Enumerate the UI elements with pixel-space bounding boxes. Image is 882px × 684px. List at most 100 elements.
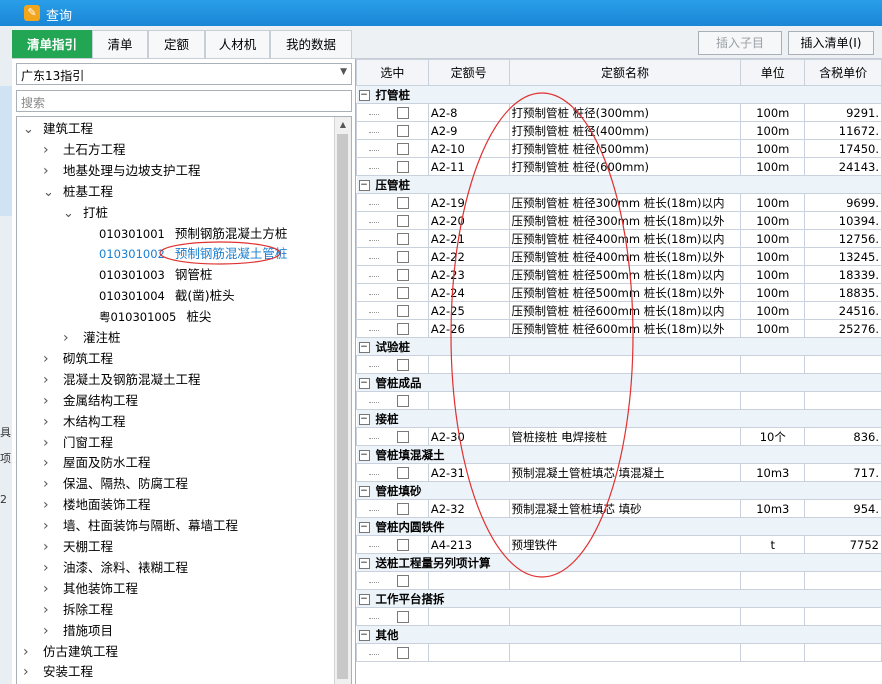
tree-item[interactable]: › 措施项目 (43, 621, 113, 641)
table-row[interactable] (356, 391, 882, 410)
tree-item[interactable]: 010301003 钢管桩 (99, 265, 212, 285)
chevron-down-icon[interactable]: ⌄ (43, 183, 55, 203)
tree-item[interactable]: ⌄ 打桩 (63, 203, 108, 223)
row-checkbox[interactable] (397, 269, 409, 281)
scroll-thumb[interactable] (337, 134, 348, 679)
table-row[interactable]: A2-11 打预制管桩 桩径(600mm) 100m 24143. (356, 157, 882, 176)
column-header[interactable]: 定额号 (427, 59, 510, 86)
tree-item[interactable]: › 安装工程 (23, 662, 93, 682)
tree-item[interactable]: ⌄ 建筑工程 (23, 119, 93, 139)
tree-item[interactable]: › 土石方工程 (43, 140, 126, 160)
group-row[interactable]: − 管桩成品 (356, 373, 882, 392)
group-row[interactable]: − 其他 (356, 625, 882, 644)
tree-item[interactable]: › 天棚工程 (43, 537, 113, 557)
tree-item[interactable]: › 墙、柱面装饰与隔断、幕墙工程 (43, 516, 238, 536)
row-checkbox[interactable] (397, 161, 409, 173)
row-checkbox[interactable] (397, 431, 409, 443)
chevron-right-icon[interactable]: › (43, 140, 55, 160)
group-row[interactable]: − 打管桩 (356, 85, 882, 104)
tree-item[interactable]: 010301002 预制钢筋混凝土管桩 (99, 244, 287, 264)
chevron-right-icon[interactable]: › (43, 370, 55, 390)
table-row[interactable] (356, 571, 882, 590)
chevron-right-icon[interactable]: › (43, 516, 55, 536)
chevron-right-icon[interactable]: › (43, 161, 55, 181)
tree-item[interactable]: › 屋面及防水工程 (43, 453, 151, 473)
table-row[interactable]: A2-8 打预制管桩 桩径(300mm) 100m 9291. (356, 103, 882, 122)
tree-item[interactable]: 010301004 截(凿)桩头 (99, 286, 235, 306)
row-checkbox[interactable] (397, 467, 409, 479)
table-row[interactable]: A4-213 预埋铁件 t 7752 (356, 535, 882, 554)
chevron-right-icon[interactable]: › (23, 662, 35, 682)
row-checkbox[interactable] (397, 287, 409, 299)
tree-item[interactable]: › 木结构工程 (43, 412, 126, 432)
chevron-right-icon[interactable]: › (63, 328, 75, 348)
column-header[interactable]: 选中 (356, 59, 429, 86)
tree-item[interactable]: › 砌筑工程 (43, 349, 113, 369)
chevron-right-icon[interactable]: › (43, 558, 55, 578)
table-row[interactable] (356, 643, 882, 662)
tree-item[interactable]: › 其他装饰工程 (43, 579, 138, 599)
tree-item[interactable]: 粤010301005 桩尖 (99, 307, 211, 327)
collapse-icon[interactable]: − (358, 593, 370, 605)
collapse-icon[interactable]: − (358, 629, 370, 641)
chevron-right-icon[interactable]: › (23, 642, 35, 662)
table-row[interactable]: A2-25 压预制管桩 桩径600mm 桩长(18m)以内 100m 24516. (356, 301, 882, 320)
chevron-right-icon[interactable]: › (43, 391, 55, 411)
group-row[interactable]: − 送桩工程量另列项计算 (356, 553, 882, 572)
collapse-icon[interactable]: − (358, 377, 370, 389)
group-row[interactable]: − 管桩填砂 (356, 481, 882, 500)
insert-list-button[interactable]: 插入清单(I) (788, 31, 874, 55)
row-checkbox[interactable] (397, 125, 409, 137)
row-checkbox[interactable] (397, 143, 409, 155)
chevron-right-icon[interactable]: › (43, 600, 55, 620)
group-row[interactable]: − 压管桩 (356, 175, 882, 194)
table-row[interactable]: A2-26 压预制管桩 桩径600mm 桩长(18m)以外 100m 25276. (356, 319, 882, 338)
collapse-icon[interactable]: − (358, 341, 370, 353)
table-row[interactable]: A2-23 压预制管桩 桩径500mm 桩长(18m)以内 100m 18339. (356, 265, 882, 284)
tree-item[interactable]: › 拆除工程 (43, 600, 113, 620)
collapse-icon[interactable]: − (358, 485, 370, 497)
row-checkbox[interactable] (397, 251, 409, 263)
tree-scrollbar[interactable]: ▲ (334, 117, 351, 684)
table-row[interactable]: A2-20 压预制管桩 桩径300mm 桩长(18m)以外 100m 10394. (356, 211, 882, 230)
group-row[interactable]: − 管桩填混凝土 (356, 445, 882, 464)
tree-item[interactable]: › 门窗工程 (43, 433, 113, 453)
chevron-right-icon[interactable]: › (43, 621, 55, 641)
table-row[interactable] (356, 355, 882, 374)
tab-materials[interactable]: 人材机 (205, 30, 270, 58)
group-row[interactable]: − 管桩内圆铁件 (356, 517, 882, 536)
row-checkbox[interactable] (397, 107, 409, 119)
tree-item[interactable]: › 混凝土及钢筋混凝土工程 (43, 370, 201, 390)
tab-list[interactable]: 清单 (92, 30, 148, 58)
tree-item[interactable]: › 地基处理与边坡支护工程 (43, 161, 201, 181)
chevron-right-icon[interactable]: › (43, 349, 55, 369)
tree-item[interactable]: › 保温、隔热、防腐工程 (43, 474, 188, 494)
tree-item[interactable]: ⌄ 桩基工程 (43, 182, 113, 202)
table-row[interactable]: A2-9 打预制管桩 桩径(400mm) 100m 11672. (356, 121, 882, 140)
row-checkbox[interactable] (397, 539, 409, 551)
group-row[interactable]: − 试验桩 (356, 337, 882, 356)
row-checkbox[interactable] (397, 359, 409, 371)
tree-item[interactable]: › 灌注桩 (63, 328, 121, 348)
tab-my-data[interactable]: 我的数据 (270, 30, 352, 58)
column-header[interactable]: 单位 (740, 59, 806, 86)
region-select[interactable]: 广东13指引 ▼ (16, 63, 352, 85)
row-checkbox[interactable] (397, 233, 409, 245)
row-checkbox[interactable] (397, 215, 409, 227)
table-row[interactable]: A2-30 管桩接桩 电焊接桩 10个 836. (356, 427, 882, 446)
tree-item[interactable]: 010301001 预制钢筋混凝土方桩 (99, 224, 287, 244)
row-checkbox[interactable] (397, 395, 409, 407)
column-header[interactable]: 含税单价 (804, 59, 882, 86)
row-checkbox[interactable] (397, 503, 409, 515)
table-row[interactable]: A2-32 预制混凝土管桩填芯 填砂 10m3 954. (356, 499, 882, 518)
scroll-up-icon[interactable]: ▲ (335, 117, 351, 133)
row-checkbox[interactable] (397, 323, 409, 335)
collapse-icon[interactable]: − (358, 413, 370, 425)
tree-item[interactable]: › 楼地面装饰工程 (43, 495, 151, 515)
chevron-right-icon[interactable]: › (43, 412, 55, 432)
table-row[interactable]: A2-10 打预制管桩 桩径(500mm) 100m 17450. (356, 139, 882, 158)
chevron-right-icon[interactable]: › (43, 433, 55, 453)
table-row[interactable]: A2-31 预制混凝土管桩填芯 填混凝土 10m3 717. (356, 463, 882, 482)
collapse-icon[interactable]: − (358, 449, 370, 461)
table-row[interactable]: A2-22 压预制管桩 桩径400mm 桩长(18m)以外 100m 13245. (356, 247, 882, 266)
